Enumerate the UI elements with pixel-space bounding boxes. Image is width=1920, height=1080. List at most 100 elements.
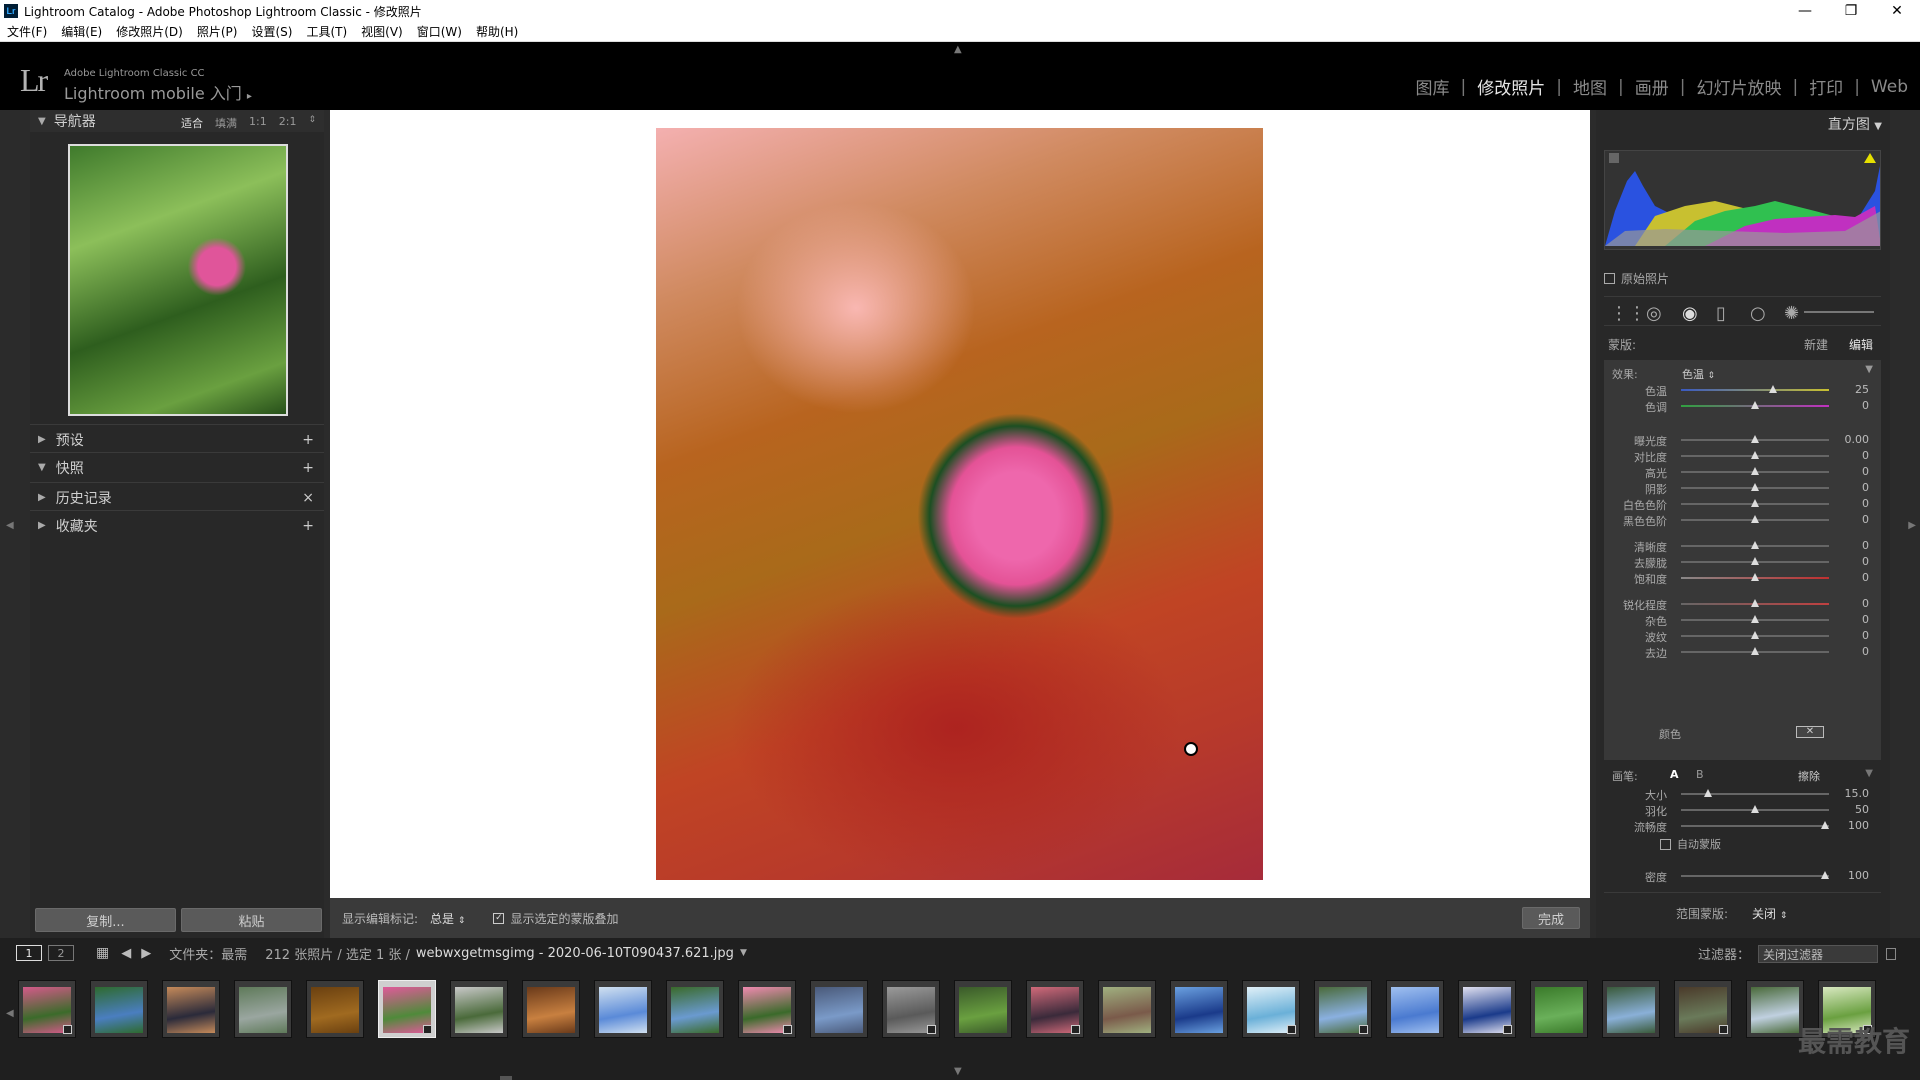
brush-a-button[interactable]: A bbox=[1670, 768, 1679, 781]
filmstrip-thumbnail[interactable] bbox=[378, 980, 436, 1038]
slider-knob[interactable] bbox=[1751, 573, 1759, 581]
menu-item[interactable]: 修改照片(D) bbox=[116, 23, 183, 40]
menu-item[interactable]: 窗口(W) bbox=[417, 23, 462, 40]
filmstrip-thumbnail[interactable] bbox=[450, 980, 508, 1038]
zoom-option[interactable]: 适合 bbox=[181, 115, 203, 131]
filmstrip-thumbnail[interactable] bbox=[1026, 980, 1084, 1038]
section-action-icon[interactable]: + bbox=[302, 460, 314, 476]
slider-knob[interactable] bbox=[1751, 631, 1759, 639]
filmstrip-thumbnail[interactable] bbox=[1674, 980, 1732, 1038]
slider-value[interactable]: 15.0 bbox=[1845, 787, 1870, 800]
filmstrip-thumbnail[interactable] bbox=[954, 980, 1012, 1038]
section-action-icon[interactable]: × bbox=[302, 490, 314, 506]
slider-value[interactable]: 0 bbox=[1862, 629, 1869, 642]
filmstrip-thumbnail[interactable] bbox=[738, 980, 796, 1038]
filter-select[interactable]: 关闭过滤器 bbox=[1758, 944, 1878, 963]
filmstrip-thumbnail[interactable] bbox=[810, 980, 868, 1038]
filmstrip-thumbnail[interactable] bbox=[234, 980, 292, 1038]
slider-value[interactable]: 0 bbox=[1862, 597, 1869, 610]
slider-knob[interactable] bbox=[1751, 557, 1759, 565]
menu-item[interactable]: 照片(P) bbox=[197, 23, 238, 40]
module-tab[interactable]: 画册 bbox=[1635, 74, 1669, 99]
slider-knob[interactable] bbox=[1820, 871, 1829, 879]
histogram-header[interactable]: 直方图 ▼ bbox=[1828, 114, 1882, 134]
filmstrip-thumbnail[interactable] bbox=[1746, 980, 1804, 1038]
slider-value[interactable]: 0 bbox=[1862, 497, 1869, 510]
show-edit-pins-select[interactable]: 总是 ⇕ bbox=[430, 910, 465, 927]
zoom-more-icon[interactable]: ⇕ bbox=[308, 115, 316, 131]
effect-preset-select[interactable]: 色温 ⇕ bbox=[1682, 366, 1715, 382]
panel-section[interactable]: ▶ 历史记录 × bbox=[30, 482, 324, 512]
secondary-window-button[interactable]: 2 bbox=[48, 945, 74, 961]
radial-filter-icon[interactable]: ○ bbox=[1750, 303, 1766, 324]
brush-pin-icon[interactable] bbox=[1184, 742, 1198, 756]
menu-item[interactable]: 设置(S) bbox=[251, 23, 292, 40]
slider-knob[interactable] bbox=[1751, 451, 1759, 459]
menu-item[interactable]: 编辑(E) bbox=[61, 23, 102, 40]
module-tab[interactable]: 地图 bbox=[1573, 74, 1607, 99]
slider-knob[interactable] bbox=[1703, 789, 1712, 797]
adjustment-brush-icon[interactable]: ✺ bbox=[1784, 303, 1799, 324]
effect-collapse-icon[interactable]: ▼ bbox=[1865, 364, 1873, 375]
menu-item[interactable]: 文件(F) bbox=[7, 23, 47, 40]
filmstrip-thumbnail[interactable] bbox=[1170, 980, 1228, 1038]
slider-value[interactable]: 0 bbox=[1862, 449, 1869, 462]
filmstrip-thumbnail[interactable] bbox=[1098, 980, 1156, 1038]
done-button[interactable]: 完成 bbox=[1522, 907, 1580, 929]
filmstrip-thumbnail[interactable] bbox=[90, 980, 148, 1038]
section-action-icon[interactable]: + bbox=[302, 432, 314, 448]
filmstrip-thumbnail[interactable] bbox=[1314, 980, 1372, 1038]
folder-path[interactable]: 文件夹：最需 bbox=[169, 944, 247, 963]
slider-knob[interactable] bbox=[1751, 599, 1759, 607]
filmstrip-thumbnail[interactable] bbox=[1386, 980, 1444, 1038]
show-mask-overlay[interactable]: ✓ 显示选定的蒙版叠加 bbox=[493, 910, 618, 927]
crop-overlay-icon[interactable]: ⋮⋮ bbox=[1610, 303, 1646, 324]
slider-knob[interactable] bbox=[1751, 615, 1759, 623]
slider-knob[interactable] bbox=[1751, 401, 1759, 409]
panel-section[interactable]: ▶ 收藏夹 + bbox=[30, 510, 324, 540]
filmstrip-thumbnail[interactable] bbox=[882, 980, 940, 1038]
navigator-preview[interactable] bbox=[68, 144, 288, 416]
slider-value[interactable]: 0 bbox=[1862, 571, 1869, 584]
zoom-option[interactable]: 2:1 bbox=[279, 115, 297, 131]
paste-button[interactable]: 粘贴 bbox=[181, 908, 322, 932]
grid-view-icon[interactable]: ▦ bbox=[96, 945, 109, 961]
secondary-window-button[interactable]: 1 bbox=[16, 945, 42, 961]
checkbox-checked-icon[interactable]: ✓ bbox=[493, 912, 505, 924]
slider-value[interactable]: 50 bbox=[1855, 803, 1869, 816]
highlight-clipping-icon[interactable] bbox=[1864, 153, 1876, 163]
slider-value[interactable]: 100 bbox=[1848, 819, 1869, 832]
filmstrip-thumbnail[interactable] bbox=[1602, 980, 1660, 1038]
slider-track[interactable] bbox=[1681, 389, 1829, 391]
module-tab[interactable]: 打印 bbox=[1809, 74, 1843, 99]
slider-value[interactable]: 25 bbox=[1855, 383, 1869, 396]
left-panel-toggle-icon[interactable]: ◀ bbox=[6, 520, 14, 531]
slider-value[interactable]: 0 bbox=[1862, 465, 1869, 478]
filmstrip-scroll-left-icon[interactable]: ◀ bbox=[6, 1008, 14, 1019]
filmstrip-scrollbar[interactable] bbox=[500, 1076, 512, 1080]
filmstrip-thumbnail[interactable] bbox=[18, 980, 76, 1038]
filmstrip-thumbnail[interactable] bbox=[666, 980, 724, 1038]
selected-filename[interactable]: webwxgetmsgimg - 2020-06-10T090437.621.j… bbox=[416, 946, 734, 961]
slider-knob[interactable] bbox=[1751, 541, 1759, 549]
slider-track[interactable] bbox=[1681, 825, 1829, 827]
brush-erase-button[interactable]: 擦除 bbox=[1798, 768, 1820, 784]
original-photo-toggle[interactable]: 原始照片 bbox=[1604, 270, 1669, 287]
filmstrip-thumbnail[interactable] bbox=[1530, 980, 1588, 1038]
brush-collapse-icon[interactable]: ▼ bbox=[1865, 768, 1873, 779]
slider-knob[interactable] bbox=[1751, 483, 1759, 491]
slider-track[interactable] bbox=[1681, 875, 1829, 877]
graduated-filter-icon[interactable]: ▯ bbox=[1716, 303, 1726, 324]
collapse-top-icon[interactable]: ▲ bbox=[954, 44, 962, 55]
back-arrow-icon[interactable]: ◀ bbox=[121, 946, 131, 961]
section-action-icon[interactable]: + bbox=[302, 518, 314, 534]
brush-b-button[interactable]: B bbox=[1696, 768, 1704, 781]
slider-value[interactable]: 0 bbox=[1862, 645, 1869, 658]
zoom-option[interactable]: 填满 bbox=[215, 115, 237, 131]
range-mask-select[interactable]: 关闭 ⇕ bbox=[1752, 905, 1787, 922]
filter-lock-icon[interactable] bbox=[1886, 947, 1896, 960]
zoom-option[interactable]: 1:1 bbox=[249, 115, 267, 131]
panel-section[interactable]: ▼ 快照 + bbox=[30, 452, 324, 482]
filename-dropdown-icon[interactable]: ▼ bbox=[740, 948, 747, 958]
filmstrip-thumbnail[interactable] bbox=[306, 980, 364, 1038]
